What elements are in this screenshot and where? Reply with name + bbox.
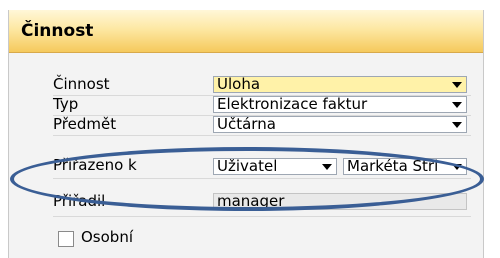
- activity-value: Úloha: [217, 76, 261, 93]
- row-divider: [53, 135, 471, 136]
- chevron-down-icon[interactable]: [452, 102, 462, 108]
- chevron-down-icon[interactable]: [452, 82, 462, 88]
- row-divider: [53, 216, 471, 217]
- personal-label[interactable]: Osobní: [81, 228, 133, 246]
- highlight-ellipse: [10, 147, 484, 211]
- type-value: Elektronizace faktur: [217, 96, 368, 113]
- type-dropdown[interactable]: Elektronizace faktur: [213, 96, 467, 113]
- chevron-down-icon[interactable]: [452, 122, 462, 128]
- window-title: Činnost: [21, 21, 94, 41]
- personal-checkbox[interactable]: [58, 231, 74, 247]
- subject-label: Předmět: [53, 115, 117, 133]
- subject-value: Účtárna: [217, 116, 276, 133]
- window-titlebar: Činnost: [9, 10, 483, 53]
- activity-dropdown[interactable]: Úloha: [213, 76, 467, 93]
- activity-window: Činnost Činnost Úloha Typ Elektronizace …: [8, 10, 484, 258]
- subject-dropdown[interactable]: Účtárna: [213, 116, 467, 133]
- activity-label: Činnost: [53, 75, 110, 93]
- type-label: Typ: [53, 95, 79, 113]
